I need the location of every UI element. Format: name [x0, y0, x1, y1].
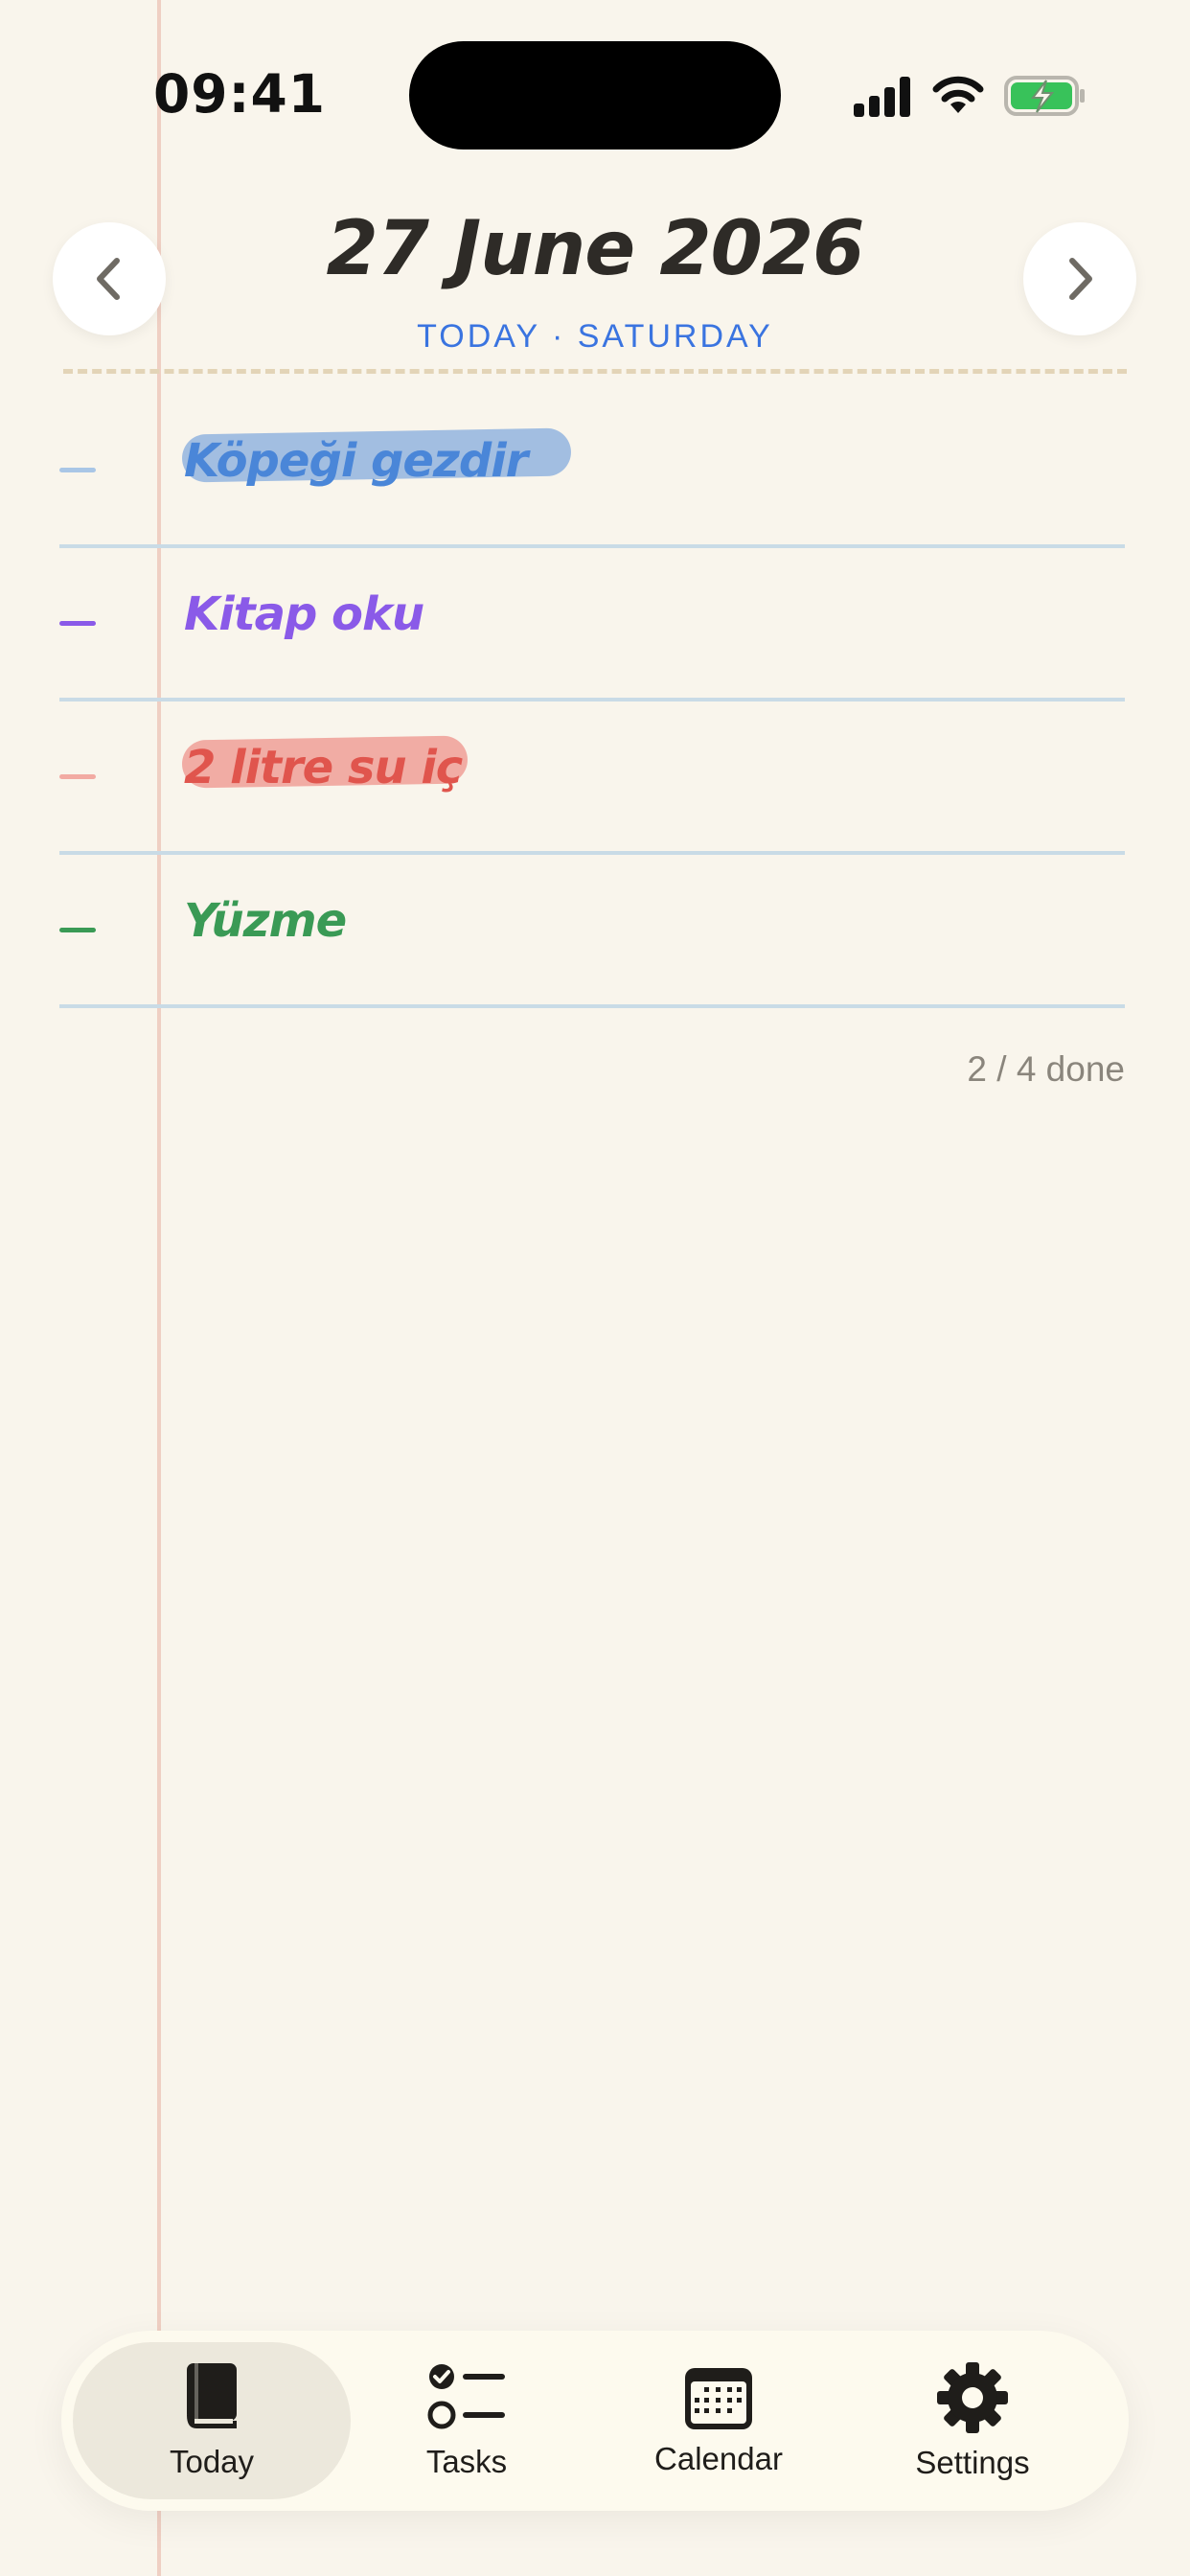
wifi-icon: [932, 76, 984, 113]
task-bullet: [59, 468, 96, 472]
gear-icon: [937, 2362, 1008, 2433]
cellular-signal-icon: [854, 77, 910, 117]
task-bullet: [59, 928, 96, 932]
tab-bar: Today Tasks Calendar Settings: [61, 2331, 1129, 2511]
task-text: Köpeği gezdir: [184, 434, 528, 488]
tab-settings[interactable]: Settings: [834, 2342, 1111, 2499]
tab-tasks[interactable]: Tasks: [328, 2342, 606, 2499]
dynamic-island: [409, 41, 781, 150]
task-text: 2 litre su iç: [184, 741, 463, 794]
task-bullet: [59, 774, 96, 779]
tab-label: Settings: [915, 2445, 1030, 2480]
calendar-icon: [685, 2368, 752, 2429]
book-icon: [187, 2363, 237, 2428]
tab-today[interactable]: Today: [73, 2342, 351, 2499]
notebook-margin-line: [157, 0, 161, 2576]
progress-count: 2 / 4 done: [967, 1049, 1125, 1089]
task-row[interactable]: Yüzme: [59, 851, 1125, 1008]
checklist-icon: [427, 2364, 505, 2429]
task-text: Kitap oku: [184, 587, 424, 641]
battery-charging-icon: [1004, 76, 1085, 116]
tab-label: Today: [169, 2444, 255, 2479]
date-title: 27 June 2026: [326, 206, 865, 292]
task-bullet: [59, 621, 96, 626]
task-row[interactable]: 2 litre su iç: [59, 698, 1125, 855]
task-text: Yüzme: [184, 894, 347, 948]
tab-label: Tasks: [425, 2444, 508, 2479]
next-day-button[interactable]: [1023, 222, 1136, 335]
tab-calendar[interactable]: Calendar: [580, 2342, 858, 2499]
chevron-right-icon: [1069, 258, 1092, 300]
task-row[interactable]: Kitap oku: [59, 544, 1125, 702]
task-row[interactable]: Köpeği gezdir: [59, 391, 1125, 548]
date-subtitle: TODAY · SATURDAY: [417, 318, 773, 355]
tab-label: Calendar: [654, 2441, 783, 2476]
status-time: 09:41: [153, 63, 327, 125]
header-divider: [63, 369, 1127, 374]
